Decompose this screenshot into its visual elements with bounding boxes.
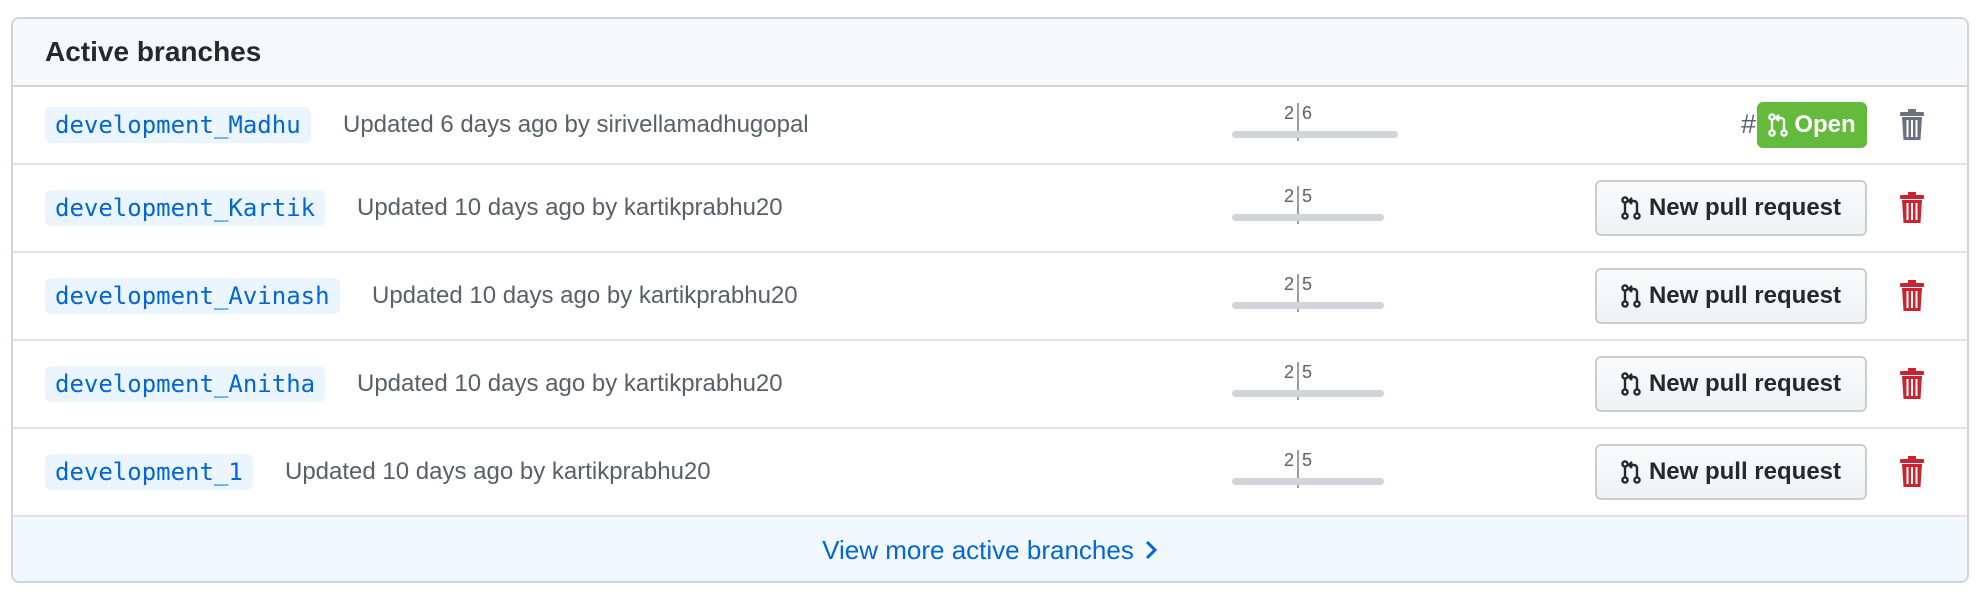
ahead-bar [1298, 131, 1398, 138]
branch-updated-text: Updated 10 days ago by kartikprabhu20 [357, 194, 783, 221]
trash-icon[interactable] [1899, 280, 1925, 312]
git-pull-request-icon [1621, 283, 1641, 309]
branch-row: development_Madhu Updated 6 days ago by … [13, 87, 1967, 165]
active-branches-panel: Active branches development_Madhu Update… [11, 17, 1969, 583]
pr-open-badge[interactable]: Open [1757, 102, 1867, 148]
branch-row: development_1 Updated 10 days ago by kar… [13, 429, 1967, 517]
behind-count: 2 [1283, 450, 1294, 470]
ahead-bar [1298, 478, 1384, 485]
ahead-behind-indicator: 2 5 [1222, 186, 1398, 230]
branch-name-link[interactable]: development_Kartik [45, 190, 326, 226]
branch-updated-text: Updated 6 days ago by sirivellamadhugopa… [343, 111, 809, 138]
view-more-label: View more active branches [822, 534, 1134, 565]
panel-header: Active branches [13, 19, 1967, 87]
branch-name-link[interactable]: development_Anitha [45, 366, 326, 402]
ahead-bar [1298, 390, 1384, 397]
behind-bar [1232, 478, 1298, 485]
trash-icon[interactable] [1899, 368, 1925, 400]
git-pull-request-icon [1621, 459, 1641, 485]
panel-title: Active branches [45, 36, 262, 67]
branch-updated-text: Updated 10 days ago by kartikprabhu20 [357, 370, 783, 397]
branch-name-link[interactable]: development_Madhu [45, 107, 311, 143]
branch-updated-text: Updated 10 days ago by kartikprabhu20 [285, 458, 711, 485]
chevron-right-icon [1144, 539, 1158, 561]
ahead-behind-indicator: 2 5 [1222, 450, 1398, 494]
behind-bar [1232, 302, 1298, 309]
ahead-count: 5 [1302, 186, 1313, 206]
branch-name-link[interactable]: development_Avinash [45, 278, 340, 314]
git-pull-request-icon [1768, 113, 1789, 137]
ahead-behind-indicator: 2 6 [1222, 103, 1398, 147]
ahead-count: 5 [1302, 362, 1313, 382]
ahead-behind-indicator: 2 5 [1222, 362, 1398, 406]
new-pull-request-label: New pull request [1648, 370, 1842, 397]
behind-count: 2 [1283, 362, 1294, 382]
behind-bar [1232, 131, 1298, 138]
view-more-active-branches-link[interactable]: View more active branches [13, 517, 1967, 581]
new-pull-request-button[interactable]: New pull request [1595, 180, 1867, 236]
ahead-count: 5 [1302, 450, 1313, 470]
behind-bar [1232, 390, 1298, 397]
trash-icon[interactable] [1899, 456, 1925, 488]
branch-row: development_Avinash Updated 10 days ago … [13, 253, 1967, 341]
ahead-count: 5 [1302, 274, 1313, 294]
new-pull-request-label: New pull request [1648, 282, 1842, 309]
branch-name-link[interactable]: development_1 [45, 454, 253, 490]
pr-state-label: Open [1794, 111, 1856, 138]
git-pull-request-icon [1621, 371, 1641, 397]
new-pull-request-label: New pull request [1648, 194, 1842, 221]
new-pull-request-button[interactable]: New pull request [1595, 444, 1867, 500]
git-pull-request-icon [1621, 195, 1641, 221]
branch-row: development_Kartik Updated 10 days ago b… [13, 165, 1967, 253]
behind-count: 2 [1283, 103, 1294, 123]
ahead-behind-indicator: 2 5 [1222, 274, 1398, 318]
trash-icon[interactable] [1899, 109, 1925, 141]
new-pull-request-label: New pull request [1648, 458, 1842, 485]
trash-icon[interactable] [1899, 192, 1925, 224]
new-pull-request-button[interactable]: New pull request [1595, 356, 1867, 412]
ahead-count: 6 [1302, 103, 1313, 123]
behind-bar [1232, 214, 1298, 221]
branch-row: development_Anitha Updated 10 days ago b… [13, 341, 1967, 429]
new-pull-request-button[interactable]: New pull request [1595, 268, 1867, 324]
ahead-bar [1298, 302, 1384, 309]
branch-updated-text: Updated 10 days ago by kartikprabhu20 [372, 282, 798, 309]
behind-count: 2 [1283, 274, 1294, 294]
ahead-bar [1298, 214, 1384, 221]
behind-count: 2 [1283, 186, 1294, 206]
